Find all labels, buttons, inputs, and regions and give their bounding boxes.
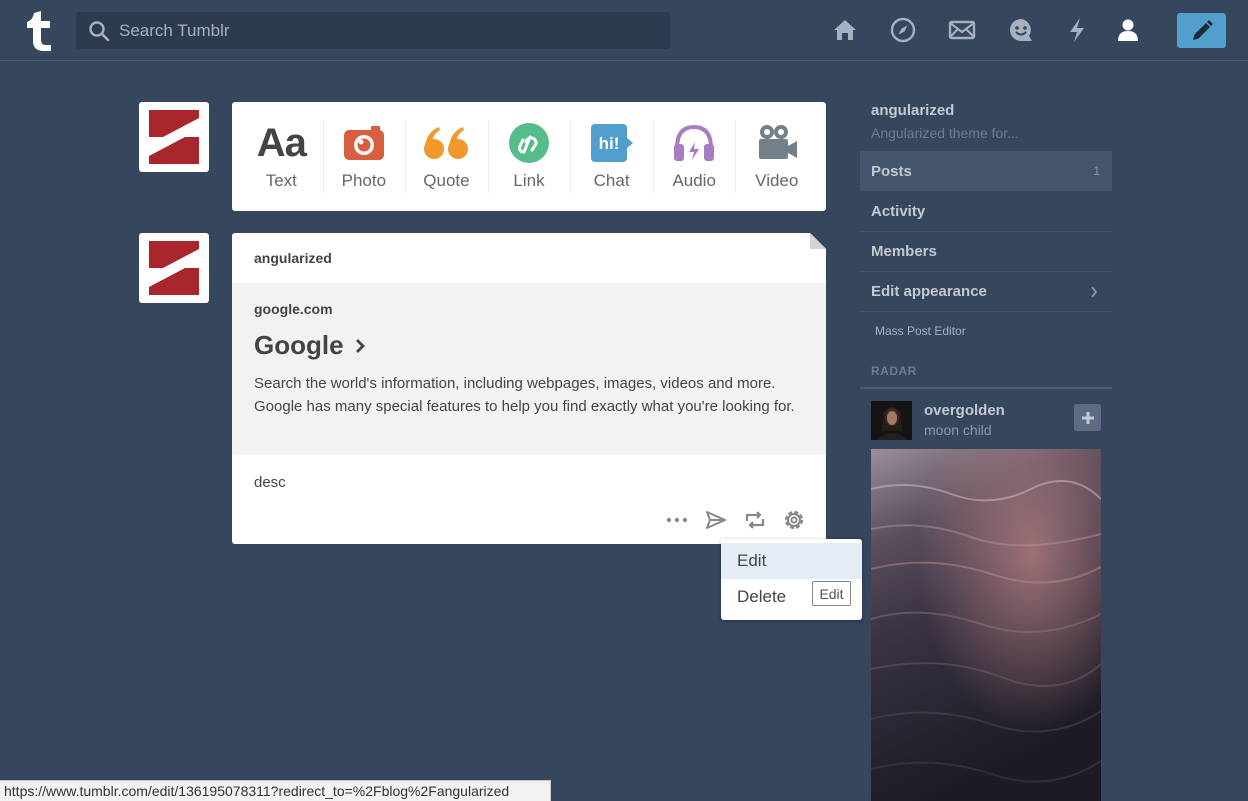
browser-status-bar: https://www.tumblr.com/edit/136195078311… xyxy=(0,780,551,801)
headphones-icon xyxy=(673,122,715,164)
follow-button[interactable] xyxy=(1074,404,1101,431)
post-card: angularized google.com Google Search the… xyxy=(232,233,826,544)
link-preview[interactable]: google.com Google Search the world's inf… xyxy=(232,283,826,455)
radar-blog-name[interactable]: overgolden xyxy=(924,402,1005,419)
post-blog-name[interactable]: angularized xyxy=(254,250,332,266)
post-type-bar: Aa Text Photo Quote Link hi! Chat Audio xyxy=(232,102,826,211)
compose-button[interactable] xyxy=(1177,13,1226,48)
video-camera-icon xyxy=(756,122,798,164)
sidebar-blog-title[interactable]: angularized xyxy=(871,102,954,119)
top-navigation-bar: Search Tumblr xyxy=(0,0,1248,61)
edit-menu-item[interactable]: Edit xyxy=(721,543,862,579)
account-icon[interactable] xyxy=(1114,16,1142,44)
post-caption: desc xyxy=(254,474,286,491)
post-type-audio-button[interactable]: Audio xyxy=(652,102,736,211)
share-icon[interactable] xyxy=(704,508,728,532)
home-icon[interactable] xyxy=(831,16,859,44)
post-type-quote-button[interactable]: Quote xyxy=(405,102,488,211)
radar-post-image[interactable] xyxy=(871,449,1101,801)
post-type-link-button[interactable]: Link xyxy=(487,102,571,211)
settings-gear-icon[interactable] xyxy=(782,508,806,532)
search-bar[interactable]: Search Tumblr xyxy=(76,12,670,49)
chat-icon: hi! xyxy=(590,122,634,164)
post-type-photo-button[interactable]: Photo xyxy=(322,102,406,211)
link-description: Search the world's information, includin… xyxy=(254,375,795,415)
search-icon xyxy=(89,20,110,41)
reblog-icon[interactable] xyxy=(743,508,767,532)
pencil-icon xyxy=(1192,19,1213,40)
radar-blog-avatar[interactable] xyxy=(871,401,912,440)
explore-icon[interactable] xyxy=(889,16,917,44)
sidebar-item-posts[interactable]: Posts 1 xyxy=(860,151,1112,191)
blog-avatar[interactable] xyxy=(139,102,209,172)
inbox-icon[interactable] xyxy=(948,16,976,44)
sidebar-item-edit-appearance[interactable]: Edit appearance xyxy=(860,272,1112,312)
svg-text:hi!: hi! xyxy=(598,134,619,153)
more-icon[interactable] xyxy=(665,508,689,532)
sidebar-blog-subtitle: Angularized theme for... xyxy=(871,125,1019,141)
tumblr-logo-icon[interactable] xyxy=(22,10,56,52)
radar-blog-subtitle: moon child xyxy=(924,422,992,438)
post-corner-fold xyxy=(810,233,826,249)
chevron-right-icon xyxy=(1091,285,1098,298)
search-input[interactable]: Search Tumblr xyxy=(119,21,230,41)
sidebar-item-label: Members xyxy=(871,243,937,260)
link-title[interactable]: Google xyxy=(254,330,366,361)
text-icon: Aa xyxy=(256,120,307,165)
post-type-text-button[interactable]: Aa Text xyxy=(240,102,323,211)
sidebar-item-members[interactable]: Members xyxy=(860,232,1112,272)
posts-count: 1 xyxy=(1093,164,1100,178)
sidebar-item-activity[interactable]: Activity xyxy=(860,192,1112,232)
link-title-text: Google xyxy=(254,330,344,360)
radar-heading: RADAR xyxy=(860,364,1112,389)
activity-icon[interactable] xyxy=(1063,16,1091,44)
edit-tooltip: Edit xyxy=(812,581,851,606)
post-type-video-button[interactable]: Video xyxy=(735,102,818,211)
mass-post-editor-link[interactable]: Mass Post Editor xyxy=(875,324,966,338)
chevron-right-icon xyxy=(355,338,365,353)
camera-icon xyxy=(343,122,385,164)
sidebar-item-label: Activity xyxy=(871,203,926,220)
link-host: google.com xyxy=(254,301,333,317)
post-settings-menu: Edit Delete xyxy=(721,539,862,620)
sidebar-item-label: Posts xyxy=(871,162,912,180)
sidebar-item-label: Edit appearance xyxy=(871,283,987,300)
link-icon xyxy=(508,122,550,164)
post-controls xyxy=(665,508,806,532)
post-type-chat-button[interactable]: hi! Chat xyxy=(570,102,653,211)
plus-icon xyxy=(1081,411,1094,424)
quote-icon xyxy=(423,122,469,164)
post-author-avatar[interactable] xyxy=(139,233,209,303)
messaging-icon[interactable] xyxy=(1007,16,1035,44)
